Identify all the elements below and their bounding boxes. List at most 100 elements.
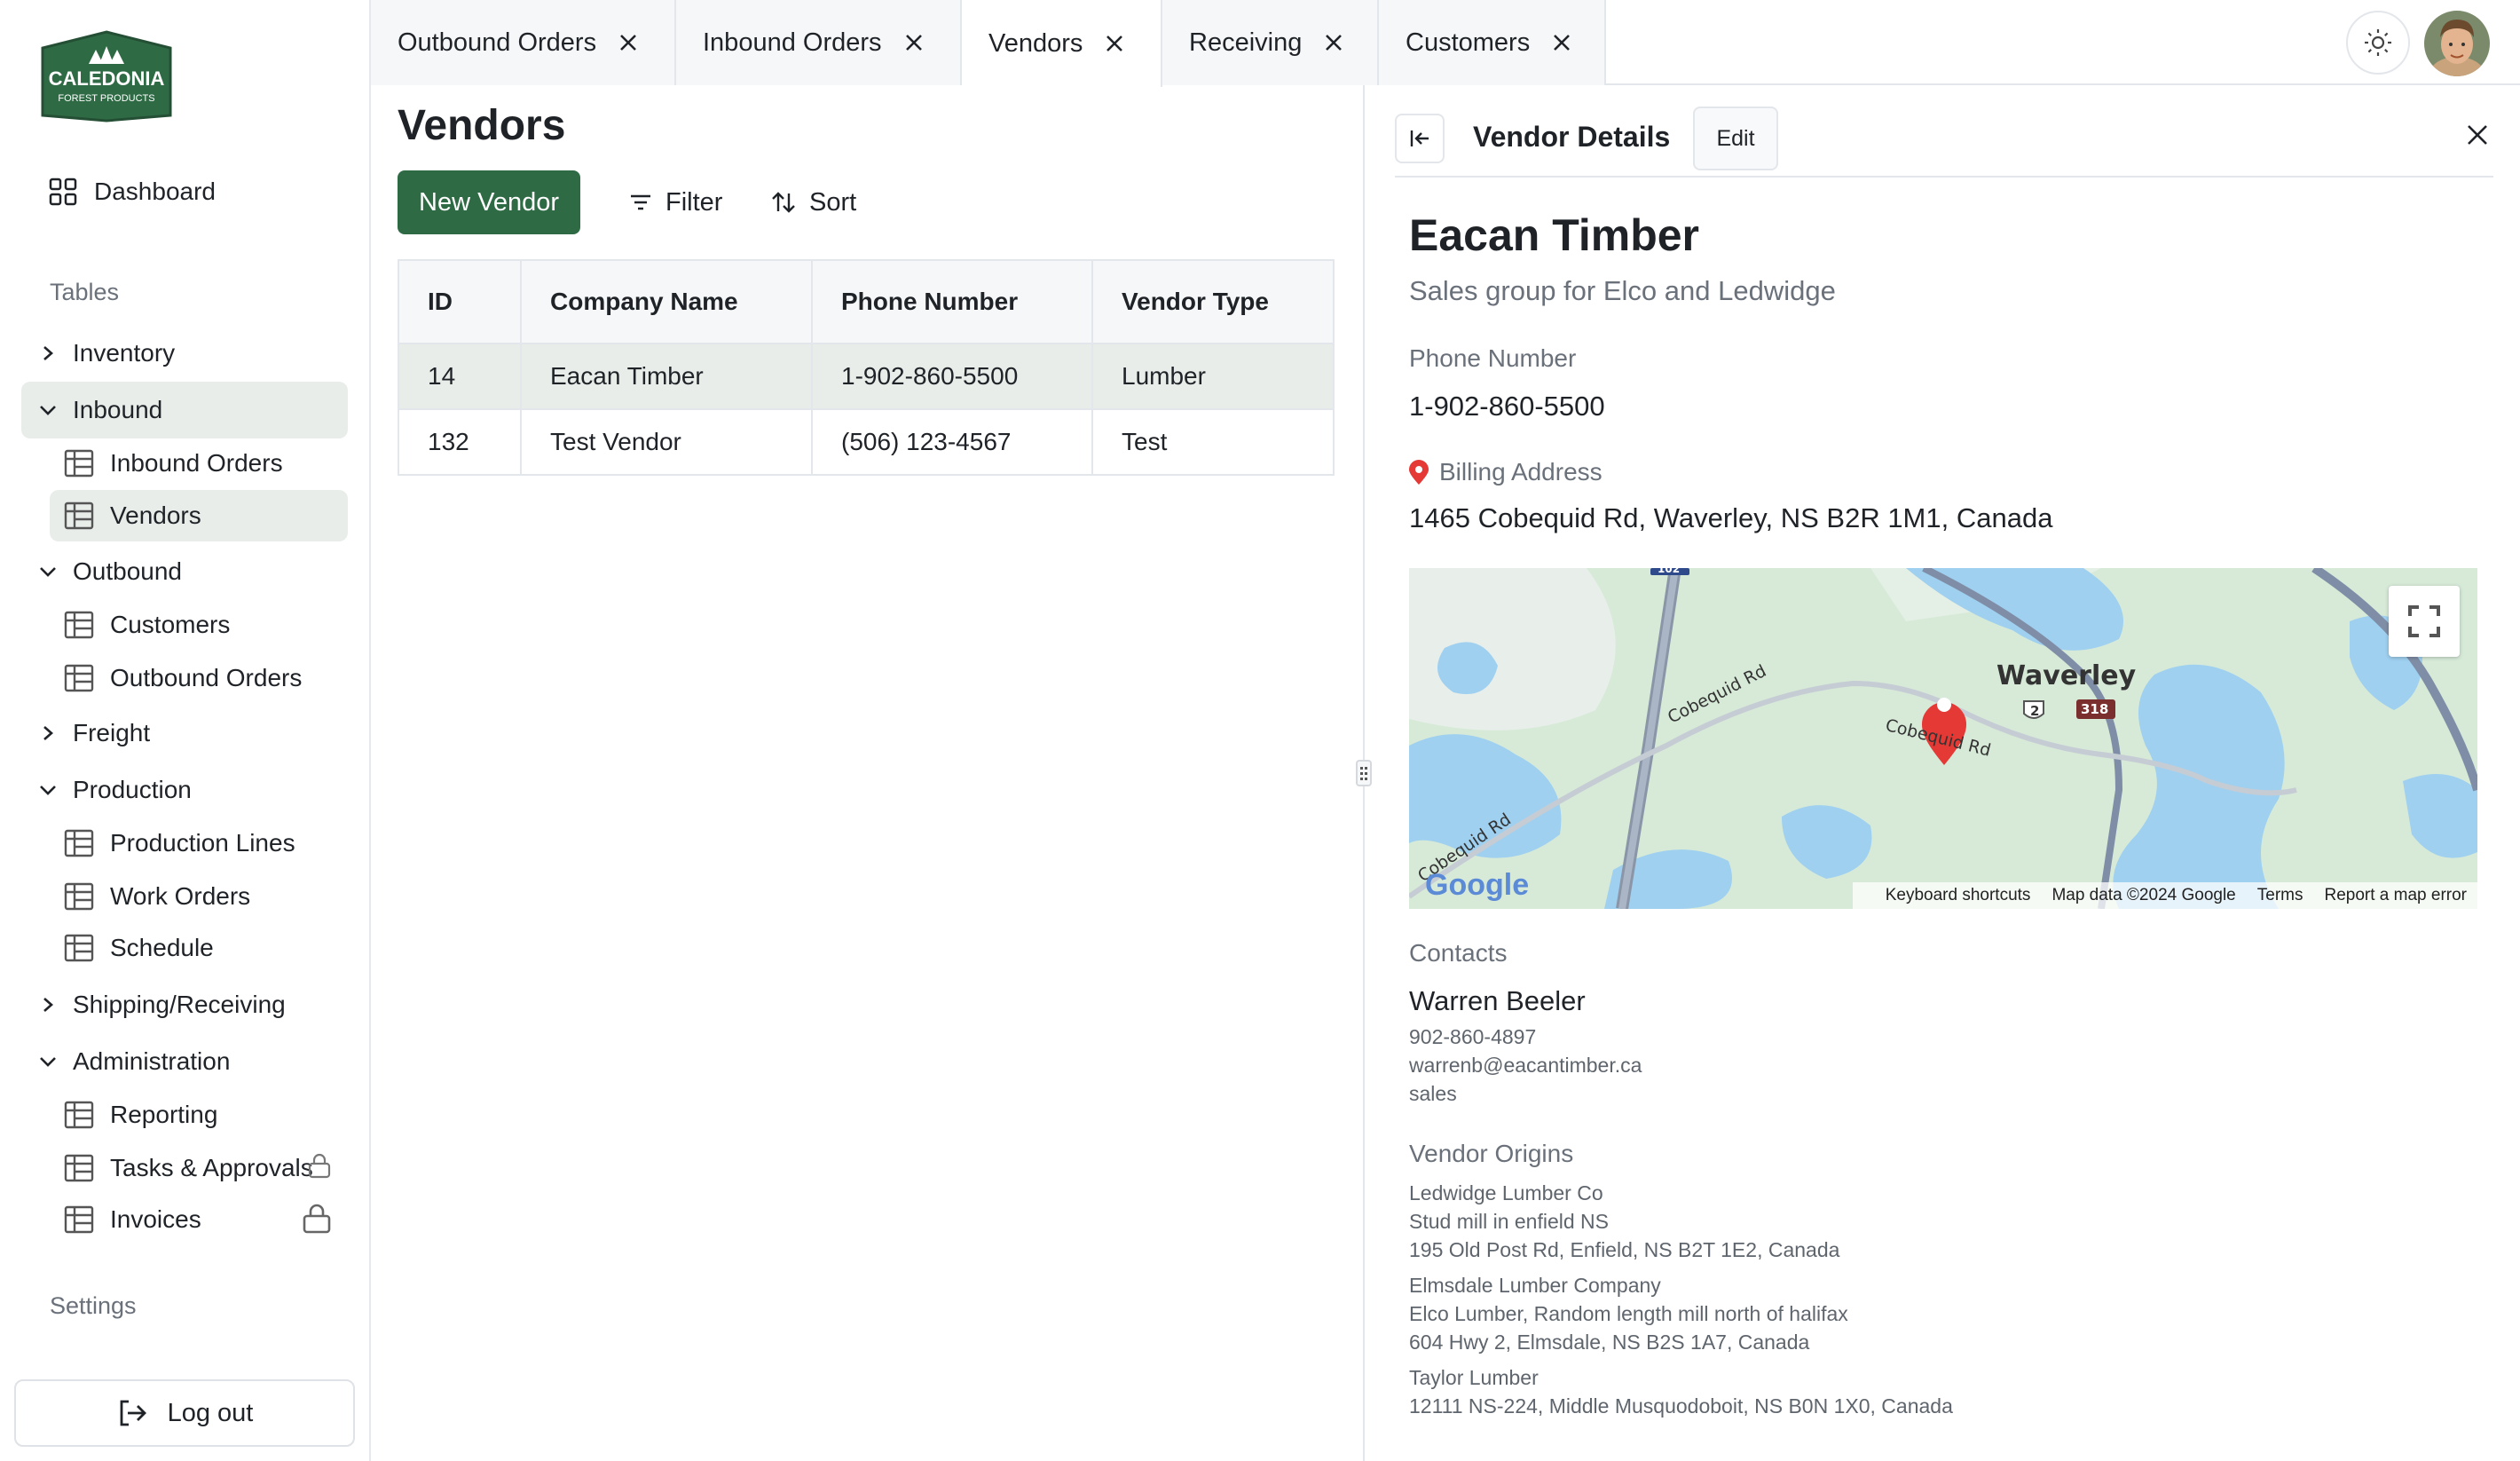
arrow-left-to-line-icon (1410, 130, 1429, 146)
google-logo[interactable]: Google (1425, 868, 1529, 903)
table-icon (64, 611, 94, 639)
caledonia-logo[interactable]: CALEDONIA FOREST PRODUCTS (37, 30, 176, 122)
sidebar-item-outbound-orders[interactable]: Outbound Orders (64, 660, 302, 696)
map-shield-label: 318 (2081, 701, 2109, 717)
sun-icon (2365, 29, 2391, 56)
vendors-table: ID Company Name Phone Number Vendor Type… (398, 259, 1335, 476)
close-icon[interactable] (1104, 33, 1125, 54)
sidebar-group-label: Inbound (73, 396, 163, 423)
dashboard-icon (49, 178, 77, 206)
sort-icon (772, 192, 795, 213)
fullscreen-button[interactable] (2389, 586, 2460, 657)
sidebar-group-freight[interactable]: Freight (35, 715, 150, 751)
sidebar-item-work-orders[interactable]: Work Orders (64, 879, 250, 914)
table-icon (64, 1154, 94, 1182)
drag-handle-icon[interactable] (1356, 760, 1372, 786)
cell-company-name: Eacan Timber (520, 343, 813, 410)
column-header-id[interactable]: ID (398, 259, 522, 344)
sidebar-group-label: Outbound (73, 557, 182, 585)
chevron-right-icon (35, 992, 60, 1017)
lock-icon (308, 1153, 331, 1179)
filter-label: Filter (665, 187, 723, 217)
new-vendor-button[interactable]: New Vendor (398, 170, 580, 234)
tab-vendors[interactable]: Vendors (962, 0, 1162, 87)
sidebar-group-inventory[interactable]: Inventory (35, 336, 175, 371)
address-map[interactable]: Waverley Cobequid Rd Cobequid Rd Cobequi… (1409, 568, 2477, 909)
user-avatar[interactable] (2424, 11, 2490, 76)
close-icon[interactable] (2463, 121, 2492, 149)
close-icon[interactable] (903, 32, 925, 53)
tab-customers[interactable]: Customers (1379, 0, 1606, 85)
contact-name: Warren Beeler (1409, 985, 1586, 1016)
sidebar-item-label: Dashboard (94, 178, 216, 205)
table-icon (64, 829, 94, 857)
tab-bar: Outbound Orders Inbound Orders Vendors R… (371, 0, 2520, 87)
origin-address: 195 Old Post Rd, Enfield, NS B2T 1E2, Ca… (1409, 1238, 1840, 1261)
vendor-description: Sales group for Elco and Ledwidge (1409, 275, 1836, 306)
sidebar-item-production-lines[interactable]: Production Lines (64, 825, 295, 861)
close-icon[interactable] (1551, 32, 1572, 53)
tab-inbound-orders[interactable]: Inbound Orders (676, 0, 962, 85)
table-header-row: ID Company Name Phone Number Vendor Type (398, 259, 1335, 344)
sidebar-group-shipping-receiving[interactable]: Shipping/Receiving (35, 987, 286, 1023)
sidebar-item-schedule[interactable]: Schedule (64, 930, 214, 966)
column-header-company-name[interactable]: Company Name (520, 259, 813, 344)
sidebar-item-inbound-orders[interactable]: Inbound Orders (64, 446, 283, 481)
settings-section-label[interactable]: Settings (50, 1292, 137, 1320)
sidebar-item-dashboard[interactable]: Dashboard (48, 174, 216, 209)
sort-label: Sort (809, 187, 857, 217)
cell-phone-number: 1-902-860-5500 (811, 343, 1093, 410)
tab-label: Receiving (1189, 28, 1303, 57)
sidebar-item-reporting[interactable]: Reporting (64, 1097, 217, 1133)
sidebar: CALEDONIA FOREST PRODUCTS Dashboard Tabl… (0, 0, 371, 1461)
column-header-phone-number[interactable]: Phone Number (811, 259, 1093, 344)
cell-id: 14 (398, 343, 522, 410)
sidebar-item-label: Work Orders (110, 882, 251, 910)
phone-value: 1-902-860-5500 (1409, 391, 1605, 422)
logo-subtitle: FOREST PRODUCTS (58, 93, 154, 104)
lock-icon (303, 1204, 331, 1234)
sidebar-item-vendors[interactable]: Vendors (50, 490, 348, 541)
sidebar-item-invoices[interactable]: Invoices (64, 1202, 201, 1237)
report-map-error-link[interactable]: Report a map error (2324, 886, 2467, 905)
sidebar-item-label: Reporting (110, 1101, 218, 1128)
contact-email[interactable]: warrenb@eacantimber.ca (1409, 1051, 1642, 1079)
sidebar-item-customers[interactable]: Customers (64, 607, 230, 643)
tab-outbound-orders[interactable]: Outbound Orders (371, 0, 676, 85)
logout-button[interactable]: Log out (14, 1379, 355, 1447)
keyboard-shortcuts-link[interactable]: Keyboard shortcuts (1886, 886, 2031, 905)
origin-address: 12111 NS-224, Middle Musquodoboit, NS B0… (1409, 1394, 1953, 1418)
sidebar-item-label: Outbound Orders (110, 664, 303, 691)
origin-name: Taylor Lumber (1409, 1366, 1539, 1389)
table-icon (64, 664, 94, 692)
sidebar-group-label: Shipping/Receiving (73, 991, 286, 1018)
column-header-vendor-type[interactable]: Vendor Type (1091, 259, 1335, 344)
terms-link[interactable]: Terms (2257, 886, 2303, 905)
filter-button[interactable]: Filter (628, 178, 722, 227)
table-icon (64, 501, 94, 530)
sidebar-group-inbound[interactable]: Inbound (21, 382, 348, 438)
sidebar-group-production[interactable]: Production (35, 772, 192, 808)
table-row[interactable]: 14 Eacan Timber 1-902-860-5500 Lumber (398, 343, 1335, 410)
sort-button[interactable]: Sort (770, 178, 856, 227)
chevron-down-icon (35, 398, 60, 423)
origin-note: Elco Lumber, Random length mill north of… (1409, 1302, 1848, 1325)
sidebar-group-label: Freight (73, 719, 151, 746)
chevron-down-icon (35, 559, 60, 584)
details-title: Vendor Details (1473, 121, 1671, 153)
map-place-label: Waverley (1996, 660, 2137, 691)
origin-name: Elmsdale Lumber Company (1409, 1274, 1661, 1297)
close-icon[interactable] (1323, 32, 1344, 53)
tab-label: Customers (1406, 28, 1531, 57)
billing-address-value: 1465 Cobequid Rd, Waverley, NS B2R 1M1, … (1409, 502, 2053, 533)
table-row[interactable]: 132 Test Vendor (506) 123-4567 Test (398, 408, 1335, 476)
edit-button[interactable]: Edit (1693, 107, 1778, 170)
sidebar-group-outbound[interactable]: Outbound (35, 554, 182, 589)
collapse-panel-button[interactable] (1395, 114, 1445, 163)
tab-receiving[interactable]: Receiving (1162, 0, 1379, 85)
chevron-down-icon (35, 778, 60, 802)
sidebar-item-tasks-approvals[interactable]: Tasks & Approvals (64, 1150, 313, 1186)
sidebar-group-administration[interactable]: Administration (35, 1044, 230, 1079)
close-icon[interactable] (618, 32, 639, 53)
theme-toggle-button[interactable] (2346, 11, 2410, 75)
